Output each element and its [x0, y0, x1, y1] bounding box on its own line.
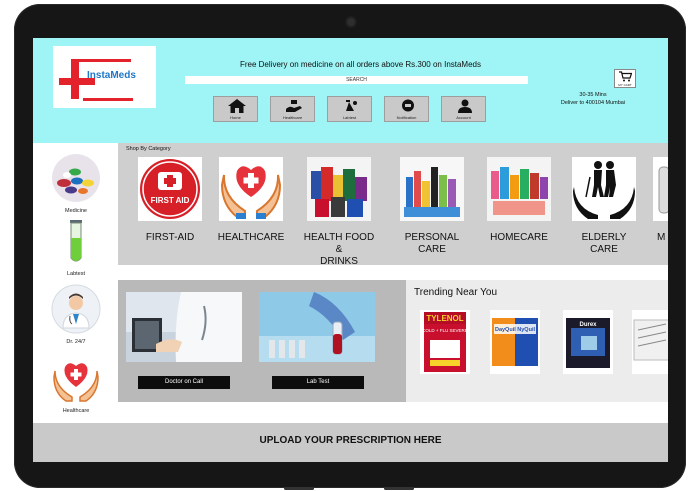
cart-icon [619, 71, 632, 82]
homecare-image [487, 157, 551, 221]
doctor-on-call-image [126, 292, 242, 362]
nav-healthcare-button[interactable]: Healthcare [270, 96, 315, 122]
svg-text:DayQuil NyQuil: DayQuil NyQuil [495, 327, 536, 333]
sidebar-item-healthcare[interactable]: Healthcare [45, 357, 107, 414]
category-elderly-care[interactable]: ELDERLY CARE [568, 157, 640, 256]
bezel-button [284, 487, 314, 490]
sidebar-item-doctor[interactable]: Dr. 24/7 [45, 284, 107, 345]
pills-icon [52, 154, 100, 202]
category-healthcare[interactable]: HEALTHCARE [215, 157, 287, 244]
heart-hands-icon [53, 363, 99, 402]
personal-care-image [400, 157, 464, 221]
product-card[interactable] [632, 310, 668, 374]
category-section: Shop By Category FIRST AID FIRST-AID HEA… [118, 143, 668, 268]
sidebar-item-medicine[interactable]: Medicine [45, 153, 107, 214]
product-card[interactable]: Durex [563, 310, 613, 374]
elderly-care-image [572, 157, 636, 221]
health-food-image [307, 157, 371, 221]
upload-prescription-button[interactable]: UPLOAD YOUR PRESCRIPTION HERE [33, 423, 668, 462]
notification-icon [402, 99, 414, 112]
sidebar-item-labtest[interactable]: Labtest [45, 218, 107, 277]
labtest-icon [346, 100, 357, 111]
healthcare-icon [286, 100, 302, 112]
category-homecare[interactable]: HOMECARE [483, 157, 555, 244]
logo[interactable]: InstaMeds [53, 46, 156, 108]
camera-icon [347, 18, 355, 26]
home-icon [228, 99, 246, 113]
delivery-eta: 30-35 Mins Deliver to 400104 Mumbai [560, 92, 626, 106]
healthcare-image [219, 157, 283, 221]
app-screen: InstaMeds Free Delivery on medicine on a… [33, 38, 668, 462]
promo-banner: Free Delivery on medicine on all orders … [239, 60, 481, 69]
category-title: Shop By Category [126, 146, 171, 152]
nav-account-button[interactable]: Account [441, 96, 486, 122]
svg-text:TYLENOL: TYLENOL [426, 314, 463, 323]
trending-title: Trending Near You [414, 287, 498, 298]
doctor-on-call-button[interactable]: Doctor on Call [138, 376, 230, 389]
category-personal-care[interactable]: PERSONAL CARE [396, 157, 468, 256]
nav-home-button[interactable]: Home [213, 96, 258, 122]
account-icon [458, 99, 472, 113]
nav-labtest-button[interactable]: Labtest [327, 96, 372, 122]
category-health-food[interactable]: HEALTH FOOD & DRINKS [303, 157, 375, 268]
nav-notification-button[interactable]: Notification [384, 96, 429, 122]
doctor-icon [51, 284, 101, 334]
svg-text:COLD + FLU SEVERE: COLD + FLU SEVERE [422, 328, 468, 333]
svg-text:FIRST AID: FIRST AID [151, 196, 190, 205]
lab-test-button[interactable]: Lab Test [272, 376, 364, 389]
more-category-image [653, 157, 668, 221]
header: InstaMeds Free Delivery on medicine on a… [33, 38, 668, 143]
trending-section: Trending Near You TYLENOL COLD + FLU SEV… [406, 280, 668, 402]
first-aid-image: FIRST AID [138, 157, 202, 221]
svg-text:Durex: Durex [579, 322, 597, 328]
search-input[interactable]: SEARCH [185, 76, 528, 84]
category-more[interactable]: M [643, 157, 668, 244]
bezel-button [384, 487, 414, 490]
product-card[interactable]: DayQuil NyQuil [490, 310, 540, 374]
lab-test-image [259, 292, 375, 362]
logo-text: InstaMeds [87, 70, 136, 81]
nav-bar: Home Healthcare Labtest Notification Acc… [213, 96, 486, 122]
product-card[interactable]: TYLENOL COLD + FLU SEVERE [420, 310, 470, 374]
services-section: Doctor on Call Lab Test [118, 280, 406, 402]
cart-button[interactable]: MY CART [614, 69, 636, 88]
test-tube-icon [70, 220, 82, 262]
category-first-aid[interactable]: FIRST AID FIRST-AID [134, 157, 206, 244]
